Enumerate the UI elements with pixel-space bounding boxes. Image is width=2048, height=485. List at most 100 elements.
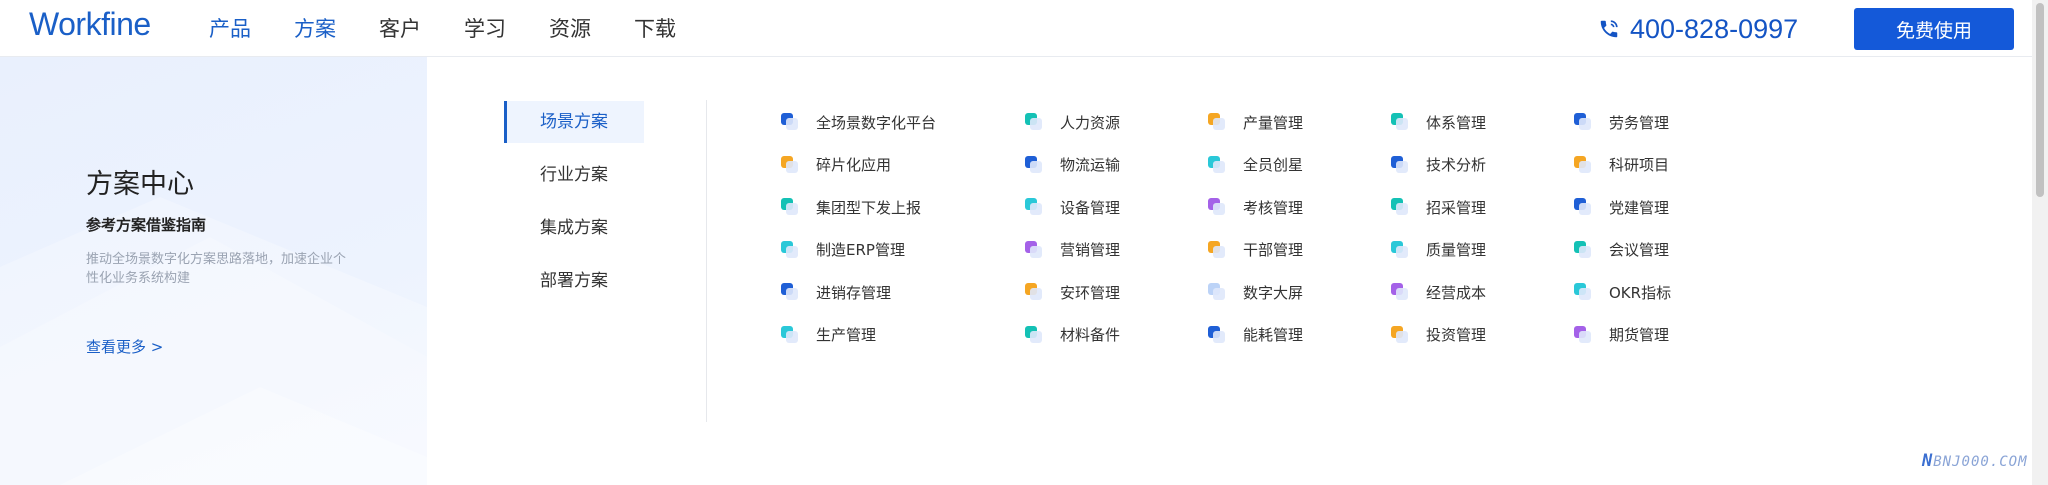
solution-app-icon bbox=[1025, 198, 1043, 216]
solution-item-label: 产量管理 bbox=[1243, 113, 1304, 132]
solution-item-label: 全员创星 bbox=[1243, 156, 1304, 174]
solution-app-icon bbox=[1391, 155, 1409, 174]
solution-item[interactable]: 安环管理 bbox=[1025, 280, 1120, 304]
solution-app-icon bbox=[781, 325, 799, 344]
solution-item[interactable]: 进销存管理 bbox=[781, 280, 891, 304]
solution-item-label: 集团型下发上报 bbox=[816, 198, 922, 217]
solution-item-label: 安环管理 bbox=[1060, 283, 1121, 302]
solution-item-label: 质量管理 bbox=[1426, 241, 1487, 259]
solution-item[interactable]: 生产管理 bbox=[781, 323, 876, 347]
solution-item[interactable]: 全场景数字化平台 bbox=[781, 110, 936, 134]
solution-item[interactable]: 能耗管理 bbox=[1208, 323, 1303, 347]
solution-item[interactable]: 设备管理 bbox=[1025, 195, 1120, 219]
solution-item[interactable]: 集团型下发上报 bbox=[781, 195, 921, 219]
solution-item[interactable]: 科研项目 bbox=[1574, 153, 1669, 177]
nav-item-learning[interactable]: 学习 bbox=[464, 0, 506, 57]
solution-item[interactable]: 体系管理 bbox=[1391, 110, 1486, 134]
solution-item-label: 人力资源 bbox=[1060, 113, 1121, 132]
solution-app-icon bbox=[1208, 283, 1226, 301]
page-scrollbar[interactable] bbox=[2032, 0, 2048, 485]
nav-item-solutions[interactable]: 方案 bbox=[294, 0, 336, 57]
solution-app-icon bbox=[1025, 283, 1043, 301]
solution-app-icon bbox=[1574, 198, 1592, 216]
solution-item-label: 期货管理 bbox=[1609, 326, 1670, 344]
solution-item[interactable]: 数字大屏 bbox=[1208, 280, 1303, 304]
solution-item[interactable]: 干部管理 bbox=[1208, 238, 1303, 262]
brand-logo[interactable]: Workfine bbox=[29, 6, 151, 43]
phone-contact[interactable]: 400-828-0997 bbox=[1598, 12, 1798, 46]
solution-item-label: 全场景数字化平台 bbox=[816, 113, 937, 132]
solution-item-label: 制造ERP管理 bbox=[816, 241, 905, 259]
solution-item-label: 会议管理 bbox=[1609, 241, 1670, 259]
solution-item[interactable]: 技术分析 bbox=[1391, 153, 1486, 177]
solution-item[interactable]: 材料备件 bbox=[1025, 323, 1120, 347]
solution-item[interactable]: 劳务管理 bbox=[1574, 110, 1669, 134]
solution-app-icon bbox=[1208, 155, 1226, 174]
nav-item-customers[interactable]: 客户 bbox=[379, 0, 421, 57]
watermark-mark: N bbox=[1922, 451, 1934, 471]
solution-item[interactable]: 招采管理 bbox=[1391, 195, 1486, 219]
scrollbar-thumb[interactable] bbox=[2036, 3, 2044, 197]
solution-item[interactable]: 物流运输 bbox=[1025, 153, 1120, 177]
watermark-logo: NBNJ000.COM bbox=[1922, 451, 2028, 471]
solution-app-icon bbox=[1391, 283, 1409, 301]
solution-app-icon bbox=[1391, 240, 1409, 259]
solution-item-label: 物流运输 bbox=[1060, 156, 1121, 174]
solution-app-icon bbox=[1025, 325, 1043, 344]
solution-item[interactable]: 产量管理 bbox=[1208, 110, 1303, 134]
solution-app-icon bbox=[1025, 155, 1043, 174]
solution-app-icon bbox=[1208, 198, 1226, 216]
solution-item[interactable]: 期货管理 bbox=[1574, 323, 1669, 347]
solution-item[interactable]: 营销管理 bbox=[1025, 238, 1120, 262]
solution-item-label: 生产管理 bbox=[816, 326, 877, 344]
solution-item[interactable]: 人力资源 bbox=[1025, 110, 1120, 134]
solution-item-label: 考核管理 bbox=[1243, 198, 1304, 217]
view-more-link[interactable]: 查看更多 > bbox=[86, 336, 163, 357]
solution-app-icon bbox=[1208, 113, 1226, 131]
panel-subtitle: 参考方案借鉴指南 bbox=[86, 216, 207, 234]
solution-item[interactable]: 制造ERP管理 bbox=[781, 238, 905, 262]
solution-item-label: 党建管理 bbox=[1609, 198, 1670, 217]
solution-item[interactable]: 会议管理 bbox=[1574, 238, 1669, 262]
solution-item-label: 劳务管理 bbox=[1609, 113, 1670, 132]
solution-app-icon bbox=[1574, 283, 1592, 301]
tab-deployment[interactable]: 部署方案 bbox=[504, 260, 644, 302]
solution-item[interactable]: 投资管理 bbox=[1391, 323, 1486, 347]
solution-item-label: 能耗管理 bbox=[1243, 326, 1304, 344]
solution-app-icon bbox=[1391, 198, 1409, 216]
solution-app-icon bbox=[781, 240, 799, 259]
nav-item-product[interactable]: 产品 bbox=[209, 0, 251, 57]
solution-item-label: 科研项目 bbox=[1609, 156, 1670, 174]
solution-item[interactable]: OKR指标 bbox=[1574, 280, 1671, 304]
tab-integration[interactable]: 集成方案 bbox=[504, 207, 644, 249]
solution-item-label: 经营成本 bbox=[1426, 283, 1487, 302]
panel-title: 方案中心 bbox=[86, 169, 194, 200]
solution-item[interactable]: 党建管理 bbox=[1574, 195, 1669, 219]
solution-item[interactable]: 碎片化应用 bbox=[781, 153, 891, 177]
solution-item[interactable]: 经营成本 bbox=[1391, 280, 1486, 304]
main-nav: 产品 方案 客户 学习 资源 下载 bbox=[209, 0, 719, 57]
solution-app-icon bbox=[1391, 113, 1409, 131]
solution-item-label: OKR指标 bbox=[1609, 283, 1672, 302]
tab-scenario[interactable]: 场景方案 bbox=[504, 101, 644, 143]
solution-item-label: 技术分析 bbox=[1426, 156, 1487, 174]
solution-app-icon bbox=[1391, 325, 1409, 344]
solution-app-icon bbox=[781, 283, 799, 301]
solution-item[interactable]: 考核管理 bbox=[1208, 195, 1303, 219]
solution-category-tabs: 场景方案 行业方案 集成方案 部署方案 bbox=[504, 101, 644, 313]
solution-app-icon bbox=[1574, 325, 1592, 344]
tab-industry[interactable]: 行业方案 bbox=[504, 154, 644, 196]
solution-item-label: 营销管理 bbox=[1060, 241, 1121, 259]
solution-app-icon bbox=[1574, 155, 1592, 174]
solution-item[interactable]: 质量管理 bbox=[1391, 238, 1486, 262]
solution-app-icon bbox=[781, 113, 799, 131]
solution-item-label: 投资管理 bbox=[1426, 326, 1487, 344]
solution-app-icon bbox=[1574, 240, 1592, 259]
solution-item-label: 碎片化应用 bbox=[816, 156, 892, 174]
solution-item-label: 招采管理 bbox=[1426, 198, 1487, 217]
solution-app-icon bbox=[781, 155, 799, 174]
free-trial-button[interactable]: 免费使用 bbox=[1854, 8, 2014, 50]
nav-item-download[interactable]: 下载 bbox=[634, 0, 676, 57]
solution-item[interactable]: 全员创星 bbox=[1208, 153, 1303, 177]
nav-item-resources[interactable]: 资源 bbox=[549, 0, 591, 57]
